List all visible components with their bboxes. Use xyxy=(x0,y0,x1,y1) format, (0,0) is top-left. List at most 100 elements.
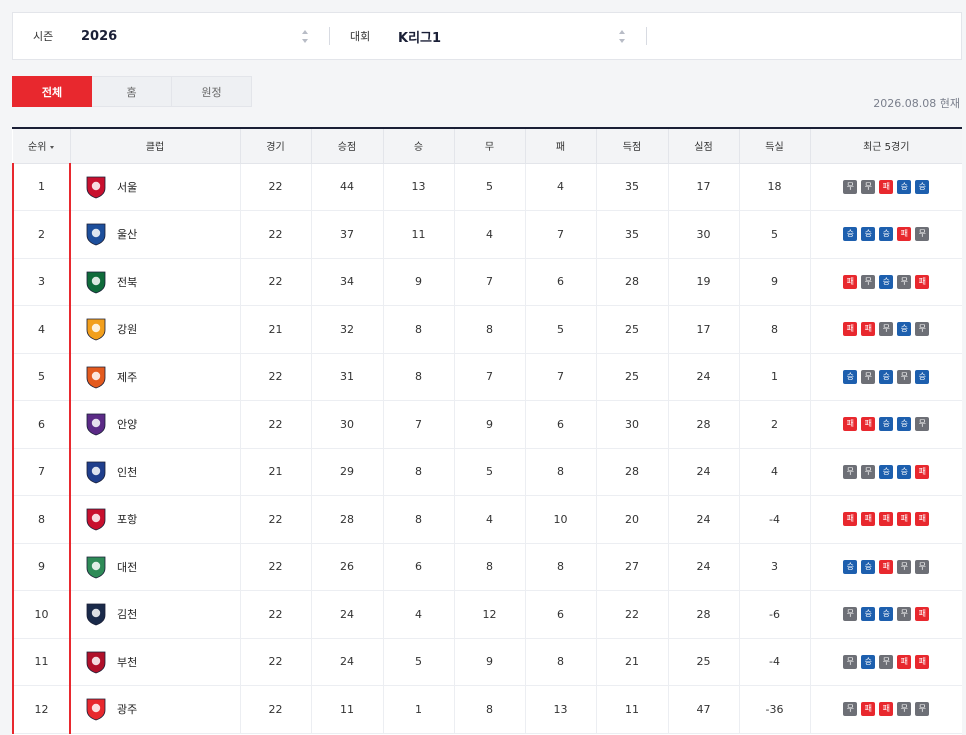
tab-away[interactable]: 원정 xyxy=(172,76,252,107)
result-badge: 무 xyxy=(861,369,876,384)
club-cell[interactable]: 김천 xyxy=(70,590,241,639)
result-badge: 패 xyxy=(861,512,876,527)
ga-cell: 17 xyxy=(668,305,740,354)
won-cell: 8 xyxy=(383,495,455,544)
result-badge: 무 xyxy=(897,607,912,622)
gf-cell: 25 xyxy=(596,353,669,401)
club-cell[interactable]: 강원 xyxy=(70,305,241,354)
points-cell: 32 xyxy=(311,305,384,354)
season-select[interactable]: 시즌 2026 xyxy=(13,13,329,59)
divider xyxy=(646,27,647,45)
club-crest-icon xyxy=(86,318,106,341)
table-row[interactable]: 8 포항 22 28 8 4 10 20 24 -4 패 패 패 패 패 xyxy=(12,495,962,544)
ga-cell: 24 xyxy=(668,495,740,544)
ga-cell: 17 xyxy=(668,163,740,211)
recent-cell: 패패무승무 xyxy=(810,305,962,354)
played-cell: 21 xyxy=(240,448,312,496)
result-badge: 패 xyxy=(843,417,858,432)
result-badge: 승 xyxy=(861,559,876,574)
competition-select[interactable]: 대회 K리그1 xyxy=(330,13,646,59)
played-cell: 22 xyxy=(240,590,312,639)
gf-cell: 28 xyxy=(596,448,669,496)
club-name: 전북 xyxy=(117,275,138,289)
gd-cell: 8 xyxy=(739,305,811,354)
table-row[interactable]: 9 대전 22 26 6 8 8 27 24 3 승 승 패 무 무 xyxy=(12,543,962,591)
recent-cell: 승무승무승 xyxy=(810,353,962,401)
club-cell[interactable]: 제주 xyxy=(70,353,241,401)
lost-cell: 8 xyxy=(525,638,597,686)
drawn-cell: 5 xyxy=(454,448,526,496)
result-badge: 승 xyxy=(879,607,894,622)
table-row[interactable]: 11 부천 22 24 5 9 8 21 25 -4 무 승 무 패 패 xyxy=(12,638,962,686)
table-row[interactable]: 6 안양 22 30 7 9 6 30 28 2 패 패 승 승 무 xyxy=(12,400,962,449)
result-badge: 패 xyxy=(843,322,858,337)
gd-cell: 18 xyxy=(739,163,811,211)
table-row[interactable]: 4 강원 21 32 8 8 5 25 17 8 패 패 무 승 무 xyxy=(12,305,962,354)
drawn-cell: 7 xyxy=(454,258,526,306)
played-cell: 22 xyxy=(240,353,312,401)
result-badge: 승 xyxy=(879,369,894,384)
points-cell: 44 xyxy=(311,163,384,211)
lost-cell: 7 xyxy=(525,210,597,259)
played-cell: 22 xyxy=(240,210,312,259)
result-badge: 승 xyxy=(897,464,912,479)
club-cell[interactable]: 안양 xyxy=(70,400,241,449)
header-rank[interactable]: 순위 xyxy=(13,129,71,164)
club-cell[interactable]: 울산 xyxy=(70,210,241,259)
club-cell[interactable]: 포항 xyxy=(70,495,241,544)
club-name: 울산 xyxy=(117,228,138,242)
header-drawn: 무 xyxy=(454,129,526,164)
rank-cell: 3 xyxy=(12,258,71,306)
club-crest-icon xyxy=(86,366,106,389)
points-cell: 29 xyxy=(311,448,384,496)
result-badge: 무 xyxy=(915,702,930,717)
rank-cell: 11 xyxy=(12,638,71,686)
club-name: 인천 xyxy=(117,465,138,479)
result-badge: 패 xyxy=(915,464,930,479)
club-cell[interactable]: 광주 xyxy=(70,685,241,734)
result-badge: 패 xyxy=(861,702,876,717)
result-badge: 무 xyxy=(843,654,858,669)
result-badge: 무 xyxy=(843,702,858,717)
gd-cell: -4 xyxy=(739,638,811,686)
club-cell[interactable]: 전북 xyxy=(70,258,241,306)
won-cell: 7 xyxy=(383,400,455,449)
ga-cell: 24 xyxy=(668,543,740,591)
result-badge: 무 xyxy=(915,322,930,337)
table-row[interactable]: 3 전북 22 34 9 7 6 28 19 9 패 무 승 무 패 xyxy=(12,258,962,306)
rank-cell: 6 xyxy=(12,400,71,449)
tab-all[interactable]: 전체 xyxy=(12,76,92,107)
played-cell: 22 xyxy=(240,543,312,591)
table-row[interactable]: 2 울산 22 37 11 4 7 35 30 5 승 승 승 패 무 xyxy=(12,210,962,259)
club-cell[interactable]: 대전 xyxy=(70,543,241,591)
table-row[interactable]: 10 김천 22 24 4 12 6 22 28 -6 무 승 승 무 패 xyxy=(12,590,962,639)
club-cell[interactable]: 서울 xyxy=(70,163,241,211)
gf-cell: 11 xyxy=(596,685,669,734)
club-crest-icon xyxy=(86,223,106,246)
result-badge: 무 xyxy=(861,179,876,194)
won-cell: 4 xyxy=(383,590,455,639)
filter-bar: 시즌 2026 대회 K리그1 xyxy=(12,12,962,60)
table-row[interactable]: 1 서울 22 44 13 5 4 35 17 18 무 무 패 승 승 xyxy=(12,163,962,211)
result-badge: 무 xyxy=(915,227,930,242)
recent-cell: 패무승무패 xyxy=(810,258,962,306)
header-won: 승 xyxy=(383,129,455,164)
header-points: 승점 xyxy=(311,129,384,164)
result-badge: 패 xyxy=(879,702,894,717)
result-badge: 무 xyxy=(915,417,930,432)
table-row[interactable]: 12 광주 22 11 1 8 13 11 47 -36 무 패 패 무 무 xyxy=(12,685,962,734)
result-badge: 무 xyxy=(897,274,912,289)
tab-home[interactable]: 홈 xyxy=(92,76,172,107)
result-badge: 승 xyxy=(879,417,894,432)
table-row[interactable]: 7 인천 21 29 8 5 8 28 24 4 무 무 승 승 패 xyxy=(12,448,962,496)
club-cell[interactable]: 부천 xyxy=(70,638,241,686)
table-row[interactable]: 5 제주 22 31 8 7 7 25 24 1 승 무 승 무 승 xyxy=(12,353,962,401)
club-cell[interactable]: 인천 xyxy=(70,448,241,496)
rank-cell: 9 xyxy=(12,543,71,591)
recent-cell: 패패패패패 xyxy=(810,495,962,544)
recent-cell: 승승패무무 xyxy=(810,543,962,591)
recent-cell: 패패승승무 xyxy=(810,400,962,449)
header-club: 클럽 xyxy=(70,129,241,164)
won-cell: 11 xyxy=(383,210,455,259)
header-played: 경기 xyxy=(240,129,312,164)
